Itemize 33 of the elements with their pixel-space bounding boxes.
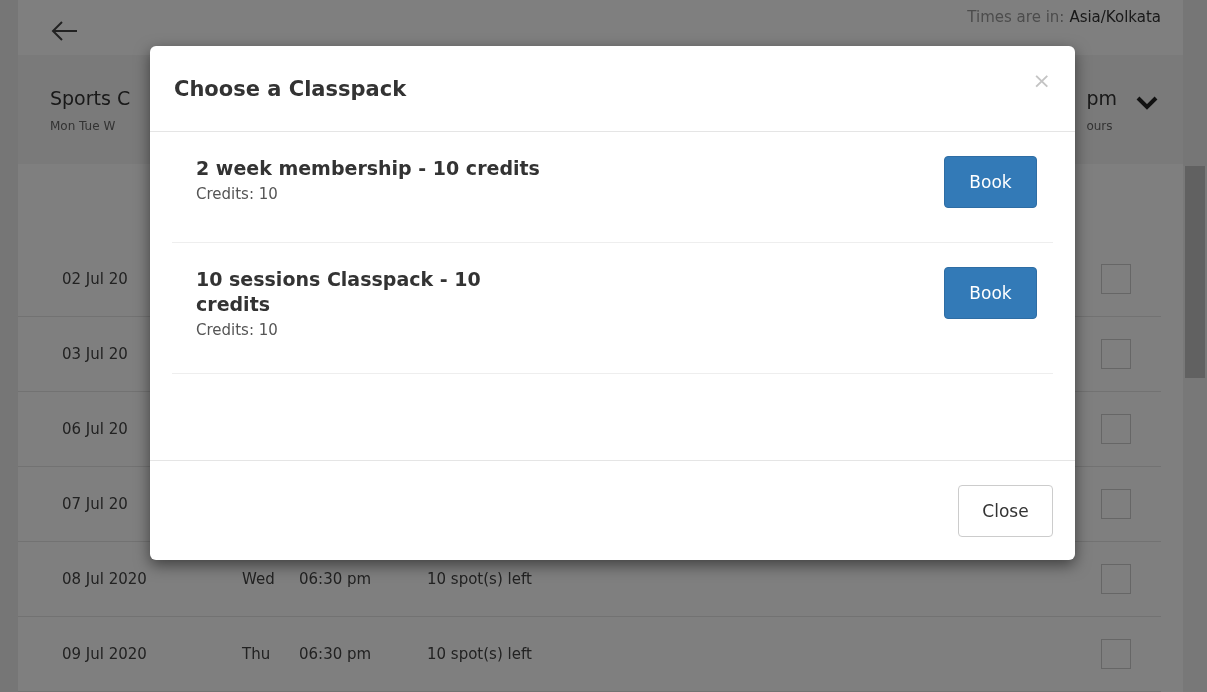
back-arrow-icon[interactable] <box>50 20 78 42</box>
close-button[interactable]: Close <box>958 484 1053 537</box>
session-checkbox[interactable] <box>1101 639 1131 669</box>
session-checkbox[interactable] <box>1101 564 1131 594</box>
book-button[interactable]: Book <box>944 267 1037 319</box>
session-day: Thu <box>242 645 299 663</box>
session-date: 02 Jul 20 <box>62 270 128 288</box>
class-title: Sports C <box>50 86 131 109</box>
session-spots: 10 spot(s) left <box>427 570 532 588</box>
session-checkbox[interactable] <box>1101 264 1131 294</box>
classpack-name: 2 week membership - 10 credits <box>196 156 541 181</box>
session-checkbox[interactable] <box>1101 414 1131 444</box>
dialog-title: Choose a Classpack <box>174 76 407 101</box>
class-duration: ours <box>1086 118 1114 133</box>
session-date: 06 Jul 20 <box>62 420 128 438</box>
session-date: 03 Jul 20 <box>62 345 128 363</box>
session-date: 07 Jul 20 <box>62 495 128 513</box>
chevron-icon[interactable] <box>1135 94 1159 111</box>
book-button[interactable]: Book <box>944 156 1037 208</box>
session-checkbox[interactable] <box>1101 339 1131 369</box>
classpack-name: 10 sessions Classpack - 10 credits <box>196 267 482 317</box>
session-checkbox[interactable] <box>1101 489 1131 519</box>
timezone-value: Asia/Kolkata <box>1069 8 1161 26</box>
session-time: 06:30 pm <box>299 645 373 663</box>
class-days: Mon Tue W <box>50 118 131 133</box>
session-time: 06:30 pm <box>299 570 373 588</box>
classpack-credits: Credits: 10 <box>196 321 279 339</box>
session-date: 08 Jul 2020 <box>62 570 147 588</box>
session-date: 09 Jul 2020 <box>62 645 147 663</box>
classpack-credits: Credits: 10 <box>196 185 279 203</box>
session-day: Wed <box>242 570 299 588</box>
session-spots: 10 spot(s) left <box>427 645 532 663</box>
class-time: pm <box>1086 86 1117 109</box>
